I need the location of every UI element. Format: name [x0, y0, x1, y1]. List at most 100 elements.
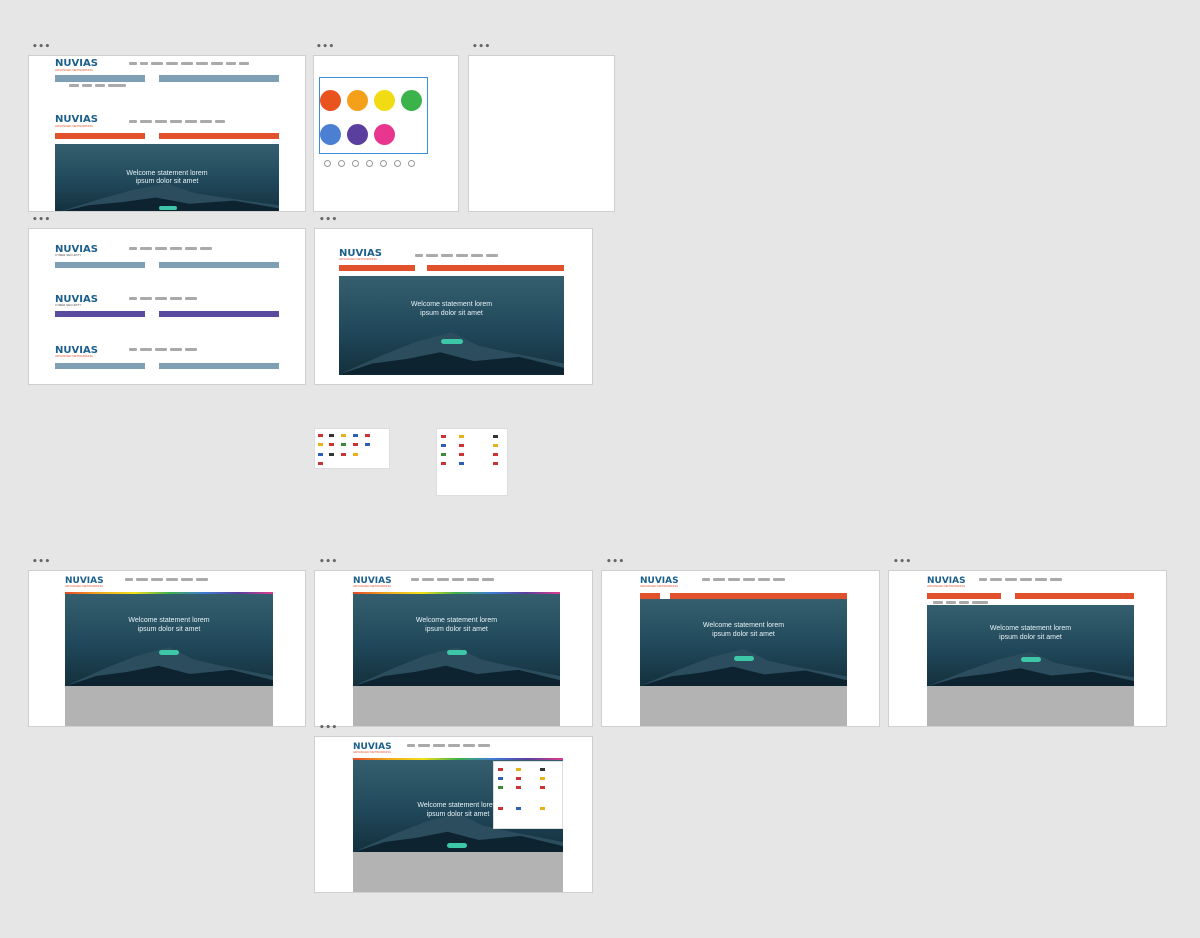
logo-tagline: ADVANCED NETWORKING: [55, 68, 93, 72]
artboard-menu-icon[interactable]: •••: [32, 43, 51, 52]
artboard-homepage-orange[interactable]: NUVIAS ADVANCED NETWORKING Welcome state…: [314, 228, 593, 385]
flag-icon: [459, 462, 464, 465]
flag-icon: [318, 434, 323, 437]
hero-banner: Welcome statement lorem ipsum dolor sit …: [65, 594, 273, 686]
flag-icon: [459, 444, 464, 447]
hero-cta-button[interactable]: [441, 339, 463, 344]
hero-cta-button[interactable]: [447, 650, 467, 655]
nav-active-tab[interactable]: [145, 133, 159, 139]
feature-icon: [338, 160, 345, 167]
flag-icon[interactable]: [540, 777, 545, 780]
nav-bar-slate: [55, 363, 279, 369]
hero-headline-1: Welcome statement lorem: [410, 301, 493, 308]
flag-icon[interactable]: [516, 768, 521, 771]
feature-icon: [366, 160, 373, 167]
nav-active-tab[interactable]: [145, 363, 159, 369]
flag-icon[interactable]: [498, 786, 503, 789]
flag-icon[interactable]: [540, 768, 545, 771]
flag-icon[interactable]: [516, 786, 521, 789]
logo-tagline: CYBER SECURITY: [55, 253, 82, 257]
artboard-menu-icon[interactable]: •••: [472, 43, 491, 52]
feature-icon: [394, 160, 401, 167]
flag-icon: [441, 444, 446, 447]
language-dropdown[interactable]: [493, 761, 563, 829]
artboard-menu-icon[interactable]: •••: [319, 216, 338, 225]
artboard-header-variants-1[interactable]: NUVIAS ADVANCED NETWORKING NUVIAS ADVANC…: [28, 55, 306, 212]
flag-icon[interactable]: [498, 768, 503, 771]
flag-icon: [341, 434, 346, 437]
color-circle-yellow: [374, 90, 395, 111]
hero-headline-2: ipsum dolor sit amet: [999, 634, 1062, 641]
flag-icon: [318, 462, 323, 465]
flag-icon: [341, 443, 346, 446]
flag-icon[interactable]: [540, 807, 545, 810]
nav-active-tab[interactable]: [415, 265, 427, 271]
language-dropdown-panel: [436, 428, 508, 496]
artboard-homepage-services[interactable]: NUVIAS ADVANCED NETWORKING Welcome state…: [888, 570, 1167, 727]
artboard-homepage-language-menu[interactable]: NUVIAS ADVANCED NETWORKING Welcome state…: [314, 736, 593, 893]
artboard-blank[interactable]: [468, 55, 615, 212]
artboard-homepage-rainbow-2[interactable]: NUVIAS ADVANCED NETWORKING Welcome state…: [314, 570, 593, 727]
country-list-panel: [314, 428, 390, 469]
nav-active-tab[interactable]: [145, 311, 159, 317]
hero-headline-1: Welcome statement lorem: [415, 617, 498, 624]
flag-icon: [341, 453, 346, 456]
nav-bar-slate: [55, 75, 279, 82]
logo-tagline: ADVANCED NETWORKING: [55, 354, 93, 358]
artboard-header-variants-2[interactable]: NUVIAS CYBER SECURITY NUVIAS CYBER SECUR…: [28, 228, 306, 385]
logo-tagline: ADVANCED NETWORKING: [353, 750, 391, 754]
placeholder-area: [927, 686, 1134, 726]
flag-icon[interactable]: [516, 777, 521, 780]
feature-icon: [380, 160, 387, 167]
logo-tagline: ADVANCED NETWORKING: [927, 584, 965, 588]
hero-banner: Welcome statement lorem ipsum dolor sit …: [927, 605, 1134, 686]
artboard-menu-icon[interactable]: •••: [319, 724, 338, 733]
flag-icon[interactable]: [498, 777, 503, 780]
flag-icon: [329, 443, 334, 446]
feature-icon: [324, 160, 331, 167]
artboard-menu-icon[interactable]: •••: [893, 558, 912, 567]
hero-banner: Welcome statement lorem ipsum dolor sit …: [339, 276, 564, 375]
flag-icon: [365, 443, 370, 446]
hero-cta-button[interactable]: [159, 206, 177, 210]
flag-icon: [493, 444, 498, 447]
hero-headline-2: ipsum dolor sit amet: [135, 178, 199, 185]
artboard-homepage-fullwidth[interactable]: NUVIAS ADVANCED NETWORKING Welcome state…: [601, 570, 880, 727]
artboard-menu-icon[interactable]: •••: [32, 558, 51, 567]
flag-icon: [329, 453, 334, 456]
flag-icon: [318, 443, 323, 446]
color-circle-blue: [320, 124, 341, 145]
artboard-menu-icon[interactable]: •••: [606, 558, 625, 567]
logo-tagline: ADVANCED NETWORKING: [353, 584, 391, 588]
feature-icon: [408, 160, 415, 167]
artboard-homepage-rainbow-1[interactable]: NUVIAS ADVANCED NETWORKING Welcome state…: [28, 570, 306, 727]
artboard-menu-icon[interactable]: •••: [316, 43, 335, 52]
placeholder-area: [353, 686, 560, 726]
hero-headline-1: Welcome statement lorem: [128, 617, 210, 624]
hero-headline-2: ipsum dolor sit amet: [420, 310, 483, 317]
hero-headline-2: ipsum dolor sit amet: [425, 626, 488, 633]
hero-banner: Welcome statement lorem ipsum dolor sit …: [353, 594, 560, 686]
nav-active-tab[interactable]: [145, 75, 159, 82]
flag-icon[interactable]: [498, 807, 503, 810]
artboard-menu-icon[interactable]: •••: [319, 558, 338, 567]
hero-headline-2: ipsum dolor sit amet: [137, 626, 201, 633]
nav-active-tab[interactable]: [1001, 593, 1015, 599]
color-circle-amber: [347, 90, 368, 111]
logo-tagline: ADVANCED NETWORKING: [640, 584, 678, 588]
flag-icon: [441, 453, 446, 456]
flag-icon[interactable]: [516, 807, 521, 810]
flag-icon[interactable]: [540, 786, 545, 789]
flag-icon: [493, 435, 498, 438]
flag-icon: [318, 453, 323, 456]
hero-cta-button[interactable]: [159, 650, 179, 655]
color-circle-purple: [347, 124, 368, 145]
placeholder-area: [640, 686, 847, 726]
hero-cta-button[interactable]: [447, 843, 467, 848]
placeholder-area: [65, 686, 273, 726]
nav-active-tab[interactable]: [145, 262, 159, 268]
artboard-color-circles[interactable]: [313, 55, 459, 212]
hero-cta-button[interactable]: [1021, 657, 1041, 662]
hero-cta-button[interactable]: [734, 656, 754, 661]
artboard-menu-icon[interactable]: •••: [32, 216, 51, 225]
